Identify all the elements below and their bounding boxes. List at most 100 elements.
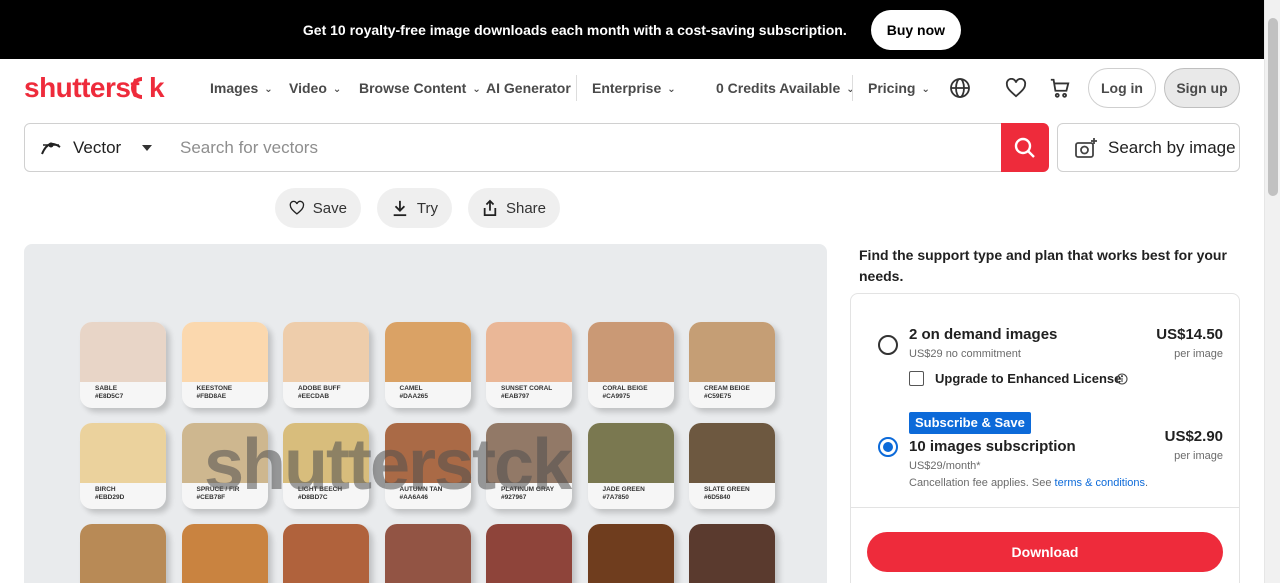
top-nav: shutterst k Images ⌄ Video ⌄ Browse Cont… — [0, 59, 1264, 119]
try-label: Try — [416, 199, 438, 217]
color-swatch: CORAL BEIGE #CA9975 — [587, 322, 674, 408]
swatch-name: SUNSET CORAL — [501, 385, 553, 392]
swatch-color — [181, 524, 268, 583]
scrollbar[interactable] — [1264, 0, 1280, 583]
swatch-hex: #EBD29D — [95, 494, 125, 501]
page: Get 10 royalty-free image downloads each… — [0, 0, 1280, 583]
buy-now-button[interactable]: Buy now — [870, 9, 962, 50]
promo-banner: Get 10 royalty-free image downloads each… — [0, 0, 1264, 59]
swatch-color — [283, 322, 369, 382]
heart-icon — [289, 200, 305, 215]
nav-video-label: Video — [289, 80, 327, 96]
plan-heading: Find the support type and plan that work… — [859, 247, 1227, 284]
heart-icon[interactable] — [1003, 75, 1029, 101]
subscribe-save-badge: Subscribe & Save — [909, 412, 1031, 434]
swatch-name: SLATE GREEN — [704, 486, 750, 493]
color-swatch: CAMEL #DAA265 — [384, 322, 471, 408]
svg-text:shutterst: shutterst — [24, 73, 139, 103]
fee-note-text: Cancellation fee applies. See — [909, 477, 1052, 489]
swatch-hex: #EAB797 — [501, 393, 530, 400]
watermark: shutterstck — [204, 425, 572, 505]
color-swatch — [80, 524, 166, 583]
login-button[interactable]: Log in — [1088, 68, 1156, 108]
swatch-name: JADE GREEN — [602, 486, 645, 493]
swatch-hex: #DAA265 — [399, 393, 429, 400]
swatch-color — [486, 322, 572, 382]
swatch-hex: #E8D5C7 — [95, 393, 124, 400]
download-button[interactable]: Download — [867, 532, 1223, 572]
terms-link[interactable]: terms & conditions — [1055, 477, 1145, 489]
plan-divider — [851, 507, 1239, 508]
nav-ai-generator[interactable]: AI Generator — [486, 80, 571, 96]
color-swatch: ADOBE BUFF #EECDAB — [283, 322, 369, 408]
chevron-down-icon: ⌄ — [667, 83, 676, 95]
scrollbar-thumb[interactable] — [1268, 18, 1278, 196]
search-icon — [1014, 137, 1035, 158]
signup-button[interactable]: Sign up — [1164, 68, 1240, 108]
swatch-name: ADOBE BUFF — [298, 385, 341, 392]
on-demand-radio[interactable] — [878, 335, 898, 355]
share-label: Share — [505, 199, 546, 217]
swatch-hex: #EECDAB — [298, 393, 330, 400]
color-swatch: CREAM BEIGE #C59E75 — [689, 322, 775, 408]
globe-icon[interactable] — [947, 75, 973, 101]
swatch-color — [384, 524, 471, 583]
color-swatch — [384, 524, 471, 583]
swatch-color — [689, 423, 775, 483]
nav-credits[interactable]: 0 Credits Available ⌄ — [716, 80, 855, 96]
chevron-down-icon: ⌄ — [921, 83, 930, 95]
swatch-color — [384, 322, 471, 382]
swatch-name: CAMEL — [399, 385, 423, 392]
subscription-radio[interactable] — [878, 437, 898, 457]
color-swatch: SABLE #E8D5C7 — [80, 322, 166, 408]
nav-browse-content-label: Browse Content — [359, 80, 467, 96]
on-demand-title: 2 on demand images — [909, 326, 1058, 343]
nav-enterprise-label: Enterprise — [592, 80, 662, 96]
info-icon[interactable] — [1116, 372, 1128, 390]
nav-divider — [852, 75, 853, 101]
try-button[interactable]: Try — [377, 188, 452, 228]
save-button[interactable]: Save — [275, 188, 361, 228]
swatch-color — [689, 524, 775, 583]
svg-text:k: k — [149, 73, 165, 103]
on-demand-per: per image — [1174, 348, 1223, 360]
swatch-hex: #C59E75 — [704, 393, 732, 400]
search-input[interactable] — [166, 123, 1002, 172]
nav-pricing[interactable]: Pricing ⌄ — [868, 80, 930, 96]
promo-text: Get 10 royalty-free image downloads each… — [302, 21, 847, 38]
color-swatch: JADE GREEN #7A7850 — [587, 423, 674, 509]
nav-ai-generator-label: AI Generator — [486, 80, 571, 96]
nav-divider — [576, 75, 577, 101]
chevron-down-icon: ⌄ — [846, 83, 855, 95]
color-swatch: BIRCH #EBD29D — [80, 423, 166, 509]
caret-down-icon — [142, 145, 152, 151]
search-button[interactable] — [1001, 123, 1049, 172]
shutterstock-logo[interactable]: shutterst k — [24, 72, 182, 111]
swatch-color — [80, 322, 166, 382]
on-demand-price: US$14.50 — [1156, 326, 1223, 343]
asset-type-select[interactable]: Vector — [24, 123, 167, 172]
save-label: Save — [312, 199, 347, 217]
enhanced-license-checkbox[interactable] — [909, 371, 924, 386]
swatch-name: SABLE — [95, 385, 118, 392]
color-swatch — [689, 524, 775, 583]
nav-enterprise[interactable]: Enterprise ⌄ — [592, 80, 676, 96]
chevron-down-icon: ⌄ — [332, 83, 342, 95]
swatch-hex: #FBD8AE — [196, 393, 227, 400]
color-swatch — [587, 524, 674, 583]
color-swatch: SLATE GREEN #6D5840 — [689, 423, 775, 509]
share-button[interactable]: Share — [468, 188, 560, 228]
nav-images[interactable]: Images ⌄ — [210, 80, 273, 96]
image-preview[interactable]: SABLE #E8D5C7 KEESTONE #FBD8AE ADOBE BUFF #EE… — [24, 244, 827, 583]
enhanced-license-label: Upgrade to Enhanced License — [935, 371, 1122, 386]
swatch-color — [80, 423, 166, 483]
chevron-down-icon: ⌄ — [264, 83, 273, 95]
subscription-subtitle: US$29/month* — [909, 460, 981, 472]
color-swatch — [486, 524, 572, 583]
subscription-per: per image — [1174, 450, 1223, 462]
search-by-image-button[interactable]: Search by image — [1057, 123, 1240, 172]
color-swatch — [283, 524, 369, 583]
nav-browse-content[interactable]: Browse Content ⌄ — [359, 80, 481, 96]
cart-icon[interactable] — [1047, 75, 1073, 101]
nav-video[interactable]: Video ⌄ — [289, 80, 341, 96]
